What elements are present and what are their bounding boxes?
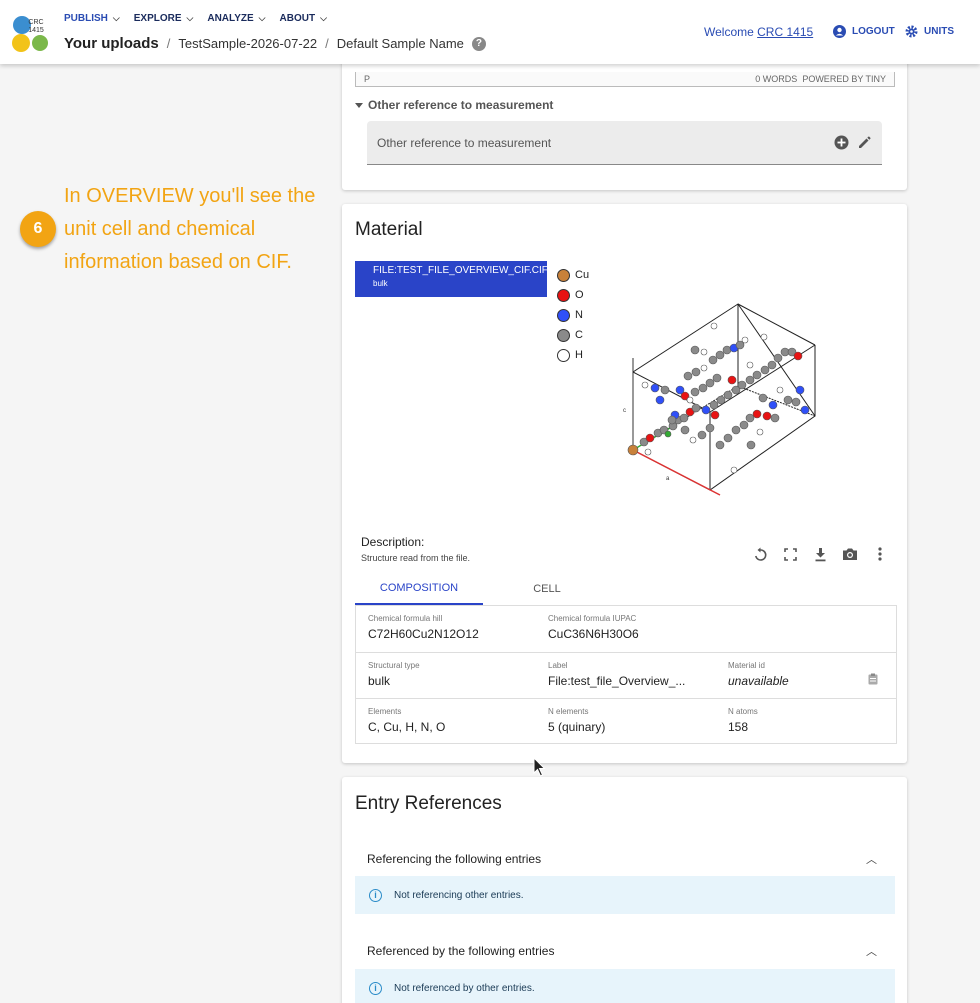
help-icon[interactable]: ? — [471, 36, 486, 51]
breadcrumb-entry[interactable]: Default Sample Name — [337, 36, 464, 51]
screenshot-button[interactable] — [842, 546, 858, 562]
info-icon: i — [369, 888, 382, 902]
formula-hill: Chemical formula hill C72H60Cu2N12O12 — [368, 614, 479, 641]
referenced-by-info-alert: i Not referenced by other entries. — [355, 969, 895, 1003]
other-reference-input[interactable]: Other reference to measurement — [367, 121, 882, 165]
legend-item: O — [557, 285, 589, 305]
main-nav: PUBLISH ⌵ EXPLORE ⌵ ANALYZE ⌵ ABOUT ⌵ — [64, 13, 327, 24]
collapse-triangle-icon — [355, 102, 363, 108]
legend-swatch — [557, 308, 570, 322]
chevron-down-icon: ⌵ — [258, 13, 266, 23]
more-options-button[interactable] — [872, 546, 888, 562]
viewer-toolbar — [752, 546, 888, 562]
axis-a — [632, 449, 721, 496]
description-value: Structure read from the file. — [361, 553, 471, 563]
structure-viewer[interactable]: c a — [600, 290, 840, 505]
fullscreen-icon — [783, 547, 797, 561]
table-row: Structural type bulk Label File:test_fil… — [356, 653, 896, 699]
material-id: Material id unavailable — [728, 661, 789, 688]
download-icon — [815, 547, 825, 561]
crc-logo[interactable]: CRC 1415 — [10, 14, 50, 52]
nav-publish[interactable]: PUBLISH ⌵ — [64, 13, 120, 24]
label-field: Label File:test_file_Overview_... — [548, 661, 686, 688]
clipboard-icon[interactable] — [868, 673, 878, 685]
n-atoms: N atoms 158 — [728, 707, 758, 734]
formula-iupac: Chemical formula IUPAC CuC36N6H30O6 — [548, 614, 639, 641]
material-tabs: COMPOSITION CELL — [355, 572, 611, 605]
rich-text-statusbar: P 0 WORDS POWERED BY TINY — [355, 72, 895, 87]
legend-swatch — [557, 288, 570, 302]
tutorial-annotation: In OVERVIEW you'll see the unit cell and… — [64, 185, 316, 273]
legend-swatch — [557, 348, 570, 362]
chevron-down-icon: ⌵ — [186, 13, 194, 23]
material-title: Material — [355, 219, 423, 240]
nav-about[interactable]: ABOUT ⌵ — [280, 13, 327, 24]
app-bar: CRC 1415 PUBLISH ⌵ EXPLORE ⌵ ANALYZE ⌵ ABOU… — [0, 0, 980, 64]
tab-composition[interactable]: COMPOSITION — [355, 572, 483, 605]
camera-icon — [843, 548, 857, 560]
table-row: Elements C, Cu, H, N, O N elements 5 (qu… — [356, 699, 896, 744]
referencing-expander[interactable]: Referencing the following entries — [367, 852, 541, 866]
mouse-cursor-icon — [533, 757, 546, 777]
breadcrumb: Your uploads / TestSample-2026-07-22 / D… — [64, 35, 486, 52]
structural-type: Structural type bulk — [368, 661, 420, 688]
elements: Elements C, Cu, H, N, O — [368, 707, 446, 734]
element-legend: Cu O N C H — [557, 265, 589, 365]
svg-text:c: c — [623, 408, 626, 414]
entry-references-title: Entry References — [355, 793, 502, 814]
legend-item: N — [557, 305, 589, 325]
fullscreen-button[interactable] — [782, 546, 798, 562]
reset-view-button[interactable] — [752, 546, 768, 562]
breadcrumb-uploads[interactable]: Your uploads — [64, 35, 159, 52]
composition-table: Chemical formula hill C72H60Cu2N12O12 Ch… — [355, 605, 897, 744]
info-icon: i — [369, 981, 382, 995]
welcome-text: Welcome CRC 1415 — [704, 25, 814, 39]
more-vert-icon — [878, 547, 882, 561]
units-button[interactable]: UNITS — [905, 25, 954, 38]
step-badge: 6 — [20, 211, 56, 247]
logout-button[interactable]: LOGOUT — [833, 25, 895, 38]
breadcrumb-upload[interactable]: TestSample-2026-07-22 — [178, 36, 317, 51]
svg-text:1415: 1415 — [28, 27, 44, 34]
chevron-up-icon[interactable]: ︿ — [866, 943, 877, 959]
other-reference-section[interactable]: Other reference to measurement — [355, 98, 553, 112]
nav-explore[interactable]: EXPLORE ⌵ — [134, 13, 194, 24]
legend-swatch — [557, 268, 570, 282]
edit-icon[interactable] — [857, 135, 872, 150]
add-icon[interactable] — [834, 135, 849, 150]
gear-icon — [905, 25, 918, 38]
referenced-by-expander[interactable]: Referenced by the following entries — [367, 944, 554, 958]
chevron-down-icon: ⌵ — [320, 13, 327, 23]
chevron-up-icon[interactable]: ︿ — [866, 851, 877, 867]
tab-cell[interactable]: CELL — [483, 572, 611, 605]
reset-icon — [754, 547, 766, 561]
table-row: Chemical formula hill C72H60Cu2N12O12 Ch… — [356, 606, 896, 653]
legend-swatch — [557, 328, 570, 342]
referencing-info-alert: i Not referencing other entries. — [355, 876, 895, 914]
chevron-down-icon: ⌵ — [112, 13, 120, 23]
material-entry-selected[interactable]: FILE:TEST_FILE_OVERVIEW_CIF.CIF bulk — [355, 261, 548, 297]
n-elements: N elements 5 (quinary) — [548, 707, 606, 734]
user-link[interactable]: CRC 1415 — [757, 25, 813, 39]
svg-text:a: a — [666, 476, 670, 482]
legend-item: C — [557, 325, 589, 345]
description-label: Description: — [361, 535, 425, 549]
legend-item: Cu — [557, 265, 589, 285]
nav-analyze[interactable]: ANALYZE ⌵ — [207, 13, 265, 24]
legend-item: H — [557, 345, 589, 365]
svg-text:CRC: CRC — [28, 19, 43, 26]
account-icon — [833, 25, 846, 38]
download-button[interactable] — [812, 546, 828, 562]
